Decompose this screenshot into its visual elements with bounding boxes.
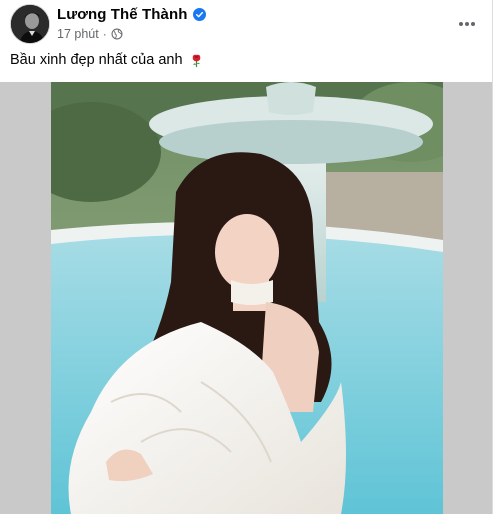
post-header: Lương Thế Thành 17 phút ·	[10, 4, 485, 44]
post-timestamp[interactable]: 17 phút	[57, 27, 99, 41]
caption-text: Bầu xinh đẹp nhất của anh	[10, 52, 183, 68]
author-avatar[interactable]	[10, 4, 50, 44]
globe-icon[interactable]	[111, 28, 123, 40]
post-card: Lương Thế Thành 17 phút · Bầu xinh đẹp n…	[0, 0, 493, 514]
media-container	[0, 82, 492, 514]
post-meta: 17 phút ·	[57, 26, 123, 42]
author-name-row: Lương Thế Thành	[57, 5, 206, 23]
photo-image	[51, 82, 443, 514]
rose-icon	[189, 53, 204, 68]
avatar-image	[11, 5, 49, 43]
verified-badge-icon	[192, 7, 206, 21]
author-name[interactable]: Lương Thế Thành	[57, 6, 188, 23]
meta-separator: ·	[102, 27, 107, 41]
more-horizontal-icon	[459, 22, 475, 26]
post-caption: Bầu xinh đẹp nhất của anh	[10, 52, 204, 68]
post-photo[interactable]	[51, 82, 443, 514]
more-options-button[interactable]	[449, 6, 485, 42]
